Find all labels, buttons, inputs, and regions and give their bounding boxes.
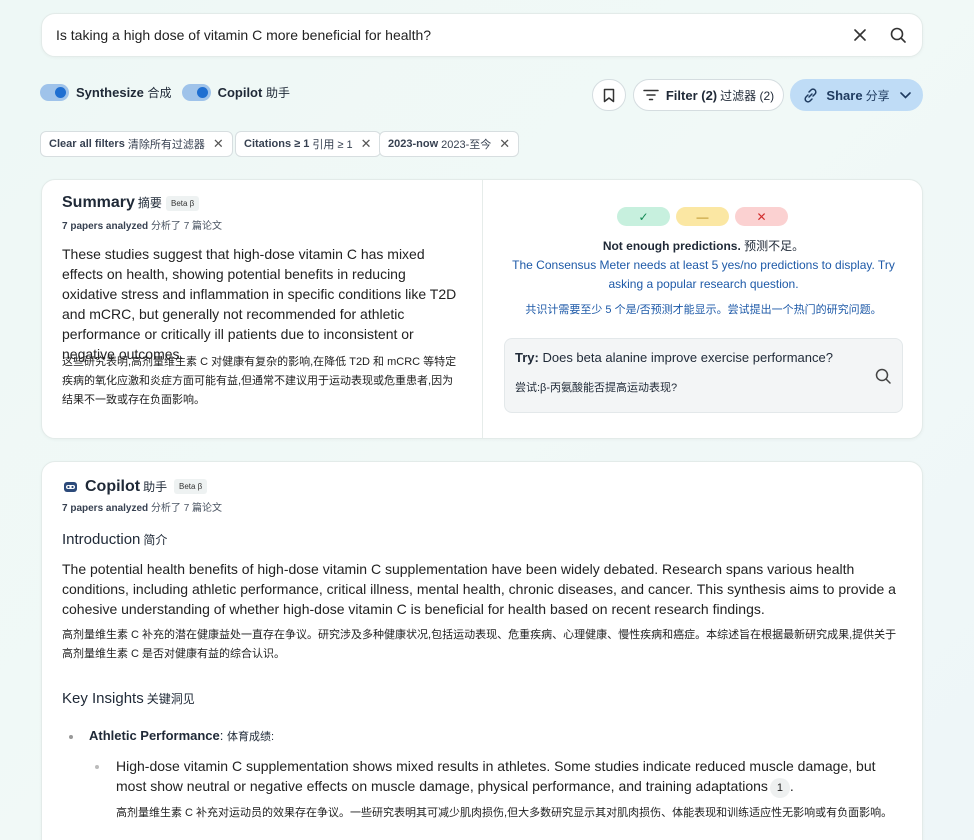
bullet	[69, 735, 73, 739]
search-icon[interactable]	[888, 25, 908, 45]
copilot-card: Copilot 助手 Beta β 7 papers analyzed 分析了 7…	[41, 461, 923, 840]
yes-icon: ✓	[617, 207, 670, 226]
copilot-toggle[interactable]	[181, 84, 211, 101]
papers-analyzed: 7 papers analyzed 分析了 7 篇论文	[62, 221, 223, 232]
synthesize-toggle[interactable]	[40, 84, 69, 101]
copilot-robot-icon	[64, 482, 77, 492]
sub-bullet	[95, 765, 99, 769]
intro-heading: Introduction 简介	[62, 531, 168, 548]
intro-text-zh: 高剂量维生素 C 补充的潜在健康益处一直存在争议。研究涉及多种健康状况,包括运动…	[62, 629, 897, 660]
beta-badge: Beta β	[166, 196, 200, 211]
search-input[interactable]: Is taking a high dose of vitamin C more …	[56, 27, 832, 43]
insight-athletic-detail: High-dose vitamin C supplementation show…	[116, 756, 896, 798]
possibly-icon: —	[676, 207, 729, 226]
intro-text: The potential health benefits of high-do…	[62, 561, 896, 617]
try-question: Try: Does beta alanine improve exercise …	[515, 350, 833, 365]
meter-description: The Consensus Meter needs at least 5 yes…	[512, 258, 895, 291]
chevron-down-icon	[899, 91, 911, 99]
close-icon[interactable]: ✕	[361, 136, 372, 152]
synthesize-label: Synthesize 合成	[76, 85, 172, 100]
close-icon[interactable]: ✕	[499, 136, 510, 152]
filter-icon	[643, 89, 659, 101]
consensus-meter: ✓ — ✕	[617, 207, 788, 226]
key-insights-heading: Key Insights 关键洞见	[62, 690, 195, 707]
toggle-row: Synthesize 合成 Copilot 助手	[40, 84, 300, 101]
copilot-title: Copilot 助手	[85, 478, 168, 495]
filter-button[interactable]: Filter (2) 过滤器 (2)	[633, 79, 784, 111]
no-icon: ✕	[735, 207, 788, 226]
citation-badge[interactable]: 1	[769, 778, 790, 798]
papers-analyzed: 7 papers analyzed 分析了 7 篇论文	[62, 503, 223, 514]
clear-search-icon[interactable]	[850, 25, 870, 45]
chip-citations[interactable]: Citations ≥ 1 引用 ≥ 1 ✕	[235, 131, 381, 157]
link-icon	[804, 87, 817, 103]
meter-description-zh: 共识计需要至少 5 个是/否预测才能显示。尝试提出一个热门的研究问题。	[525, 304, 882, 316]
insight-athletic: Athletic Performance: 体育成绩:	[89, 728, 275, 743]
insight-athletic-detail-zh: 高剂量维生素 C 补充对运动员的效果存在争议。一些研究表明其可减少肌肉损伤,但大…	[116, 807, 893, 819]
share-button[interactable]: Share 分享	[790, 79, 923, 111]
search-bar[interactable]: Is taking a high dose of vitamin C more …	[41, 13, 923, 57]
copilot-label: Copilot 助手	[217, 85, 290, 100]
bookmark-icon	[603, 88, 615, 102]
chip-clear-filters[interactable]: Clear all filters 清除所有过滤器 ✕	[40, 131, 233, 157]
meter-headline: Not enough predictions. 预测不足。	[602, 239, 805, 253]
bookmark-button[interactable]	[592, 79, 626, 111]
summary-text: These studies suggest that high-dose vit…	[62, 246, 457, 362]
try-suggestion[interactable]: Try: Does beta alanine improve exercise …	[504, 338, 903, 413]
summary-title: Summary 摘要	[62, 194, 162, 211]
summary-text-zh: 这些研究表明,高剂量维生素 C 对健康有复杂的影响,在降低 T2D 和 mCRC…	[62, 356, 457, 406]
try-question-zh: 尝试:β-丙氨酸能否提高运动表现?	[515, 382, 678, 394]
close-icon[interactable]: ✕	[213, 136, 224, 152]
search-icon[interactable]	[875, 368, 891, 384]
summary-card: Summary 摘要 Beta β 7 papers analyzed 分析了 7…	[41, 179, 923, 439]
beta-badge: Beta β	[174, 479, 208, 494]
chip-date[interactable]: 2023-now 2023-至今 ✕	[379, 131, 520, 157]
